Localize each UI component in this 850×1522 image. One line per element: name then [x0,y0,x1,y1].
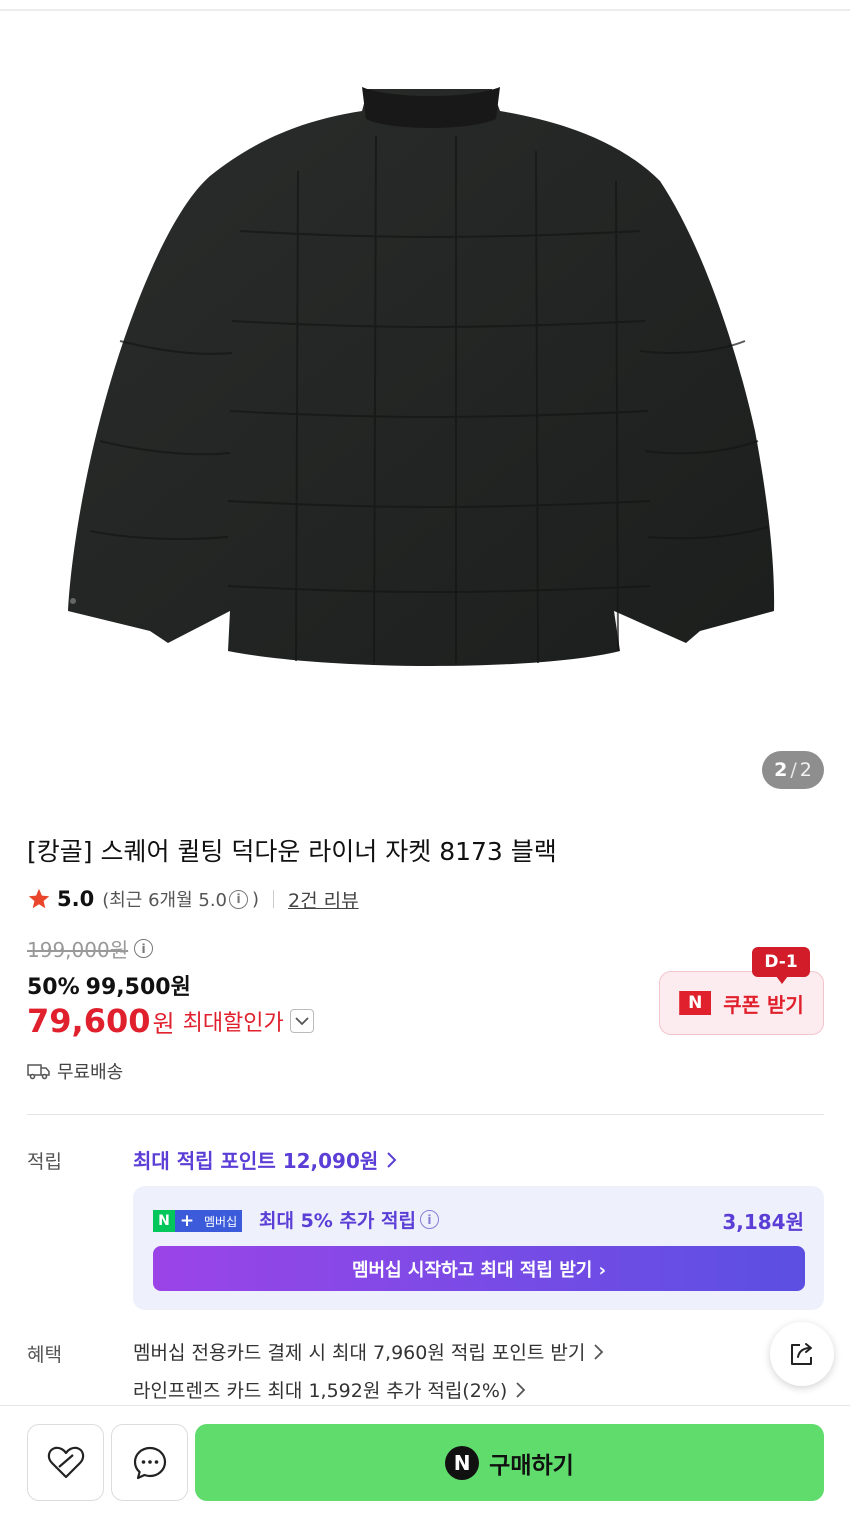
naver-pay-icon: N [445,1445,480,1480]
bottom-action-bar: N 구매하기 [0,1405,850,1522]
pager-separator: / [790,759,797,781]
product-image [68,87,775,666]
max-points-link[interactable]: 최대 적립 포인트 12,090원 [133,1145,398,1174]
star-icon [28,888,50,909]
rating-recent-close: ) [252,888,260,910]
rating-recent: (최근 6개월 5.0 i ) [102,886,259,912]
share-button[interactable] [770,1322,834,1386]
chevron-right-icon [387,1151,397,1168]
plus-icon: + [175,1210,199,1232]
benefit-item[interactable]: 라인프렌즈 카드 최대 1,592원 추가 적립(2%) [133,1376,527,1403]
heart-icon [47,1446,84,1478]
product-image-carousel[interactable]: 2 / 2 [0,11,850,801]
chat-icon [133,1446,166,1479]
info-icon[interactable]: i [229,889,248,909]
membership-extra-text: 최대 5% 추가 적립 [259,1210,416,1232]
buy-button[interactable]: N 구매하기 [195,1424,824,1501]
chevron-right-icon [594,1343,604,1360]
benefits-section-label: 혜택 [27,1344,62,1366]
membership-extra-points: 최대 5% 추가 적립 i [259,1206,443,1233]
dday-badge: D-1 [752,947,810,984]
image-pager: 2 / 2 [762,751,824,789]
divider [273,890,275,908]
naver-plus-membership-badge: N + 멤버십 [153,1210,243,1232]
discount-percent: 50% [27,975,80,1000]
chevron-right-icon [516,1381,526,1398]
sale-price-row: 50% 99,500원 [27,969,191,1001]
rating-recent-label: (최근 6개월 5.0 [102,890,227,911]
rating-score: 5.0 [57,887,95,911]
points-section-label: 적립 [27,1151,62,1173]
info-icon[interactable]: i [419,1210,439,1229]
max-discount-price: 79,600 [27,1002,151,1040]
benefit-item[interactable]: 멤버십 전용카드 결제 시 최대 7,960원 적립 포인트 받기 [133,1338,605,1365]
review-link[interactable]: 2건 리뷰 [288,886,359,913]
wishlist-button[interactable] [27,1424,104,1501]
naver-coupon-icon: N [679,991,712,1015]
max-discount-label: 최대할인가 [182,1011,284,1036]
coupon-label: 쿠폰 받기 [723,992,804,1017]
membership-amount: 3,184원 [722,1210,804,1234]
share-icon [791,1343,812,1365]
original-price-row: 199,000원 i [27,934,157,963]
buy-label: 구매하기 [489,1452,574,1479]
truck-icon [27,1064,50,1080]
pager-current: 2 [774,759,788,781]
chevron-down-icon[interactable] [289,1009,314,1033]
shipping-row: 무료배송 [27,1058,123,1084]
benefit-text: 멤버십 전용카드 결제 시 최대 7,960원 적립 포인트 받기 [133,1342,586,1364]
product-title: [캉골] 스퀘어 퀼팅 덕다운 라이너 자켓 8173 블랙 [27,837,557,866]
max-discount-row[interactable]: 79,600 원 최대할인가 [27,1002,314,1040]
coupon-button[interactable]: N 쿠폰 받기 [659,971,824,1035]
benefit-text: 라인프렌즈 카드 최대 1,592원 추가 적립(2%) [133,1380,508,1402]
rating-row: 5.0 (최근 6개월 5.0 i ) 2건 리뷰 [27,884,359,914]
membership-start-button[interactable]: 멤버십 시작하고 최대 적립 받기 › [153,1246,805,1291]
max-discount-currency: 원 [152,1009,175,1038]
max-points-text: 최대 적립 포인트 12,090원 [133,1149,379,1173]
info-icon[interactable]: i [134,939,154,958]
naver-n-icon: N [153,1210,175,1232]
shipping-label: 무료배송 [57,1062,124,1083]
membership-badge-text: 멤버십 [199,1210,243,1232]
section-divider [27,1114,824,1115]
pager-total: 2 [799,759,812,781]
sale-price: 99,500원 [85,975,191,1000]
membership-box: N + 멤버십 최대 5% 추가 적립 i 3,184원 멤버십 시작하고 최대… [133,1186,824,1310]
original-price: 199,000원 [27,938,129,962]
inquiry-button[interactable] [111,1424,188,1501]
